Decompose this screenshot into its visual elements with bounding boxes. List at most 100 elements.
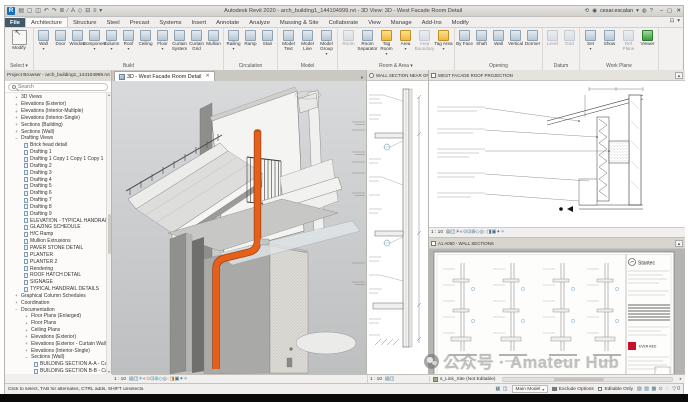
tag-area-tool[interactable]: Tag Area: [434, 29, 453, 51]
wall-tool[interactable]: Wall: [35, 29, 52, 51]
browser-item[interactable]: Coordination: [5, 299, 106, 306]
browser-item[interactable]: Elevations (Exterior): [5, 101, 106, 108]
vertical-tool[interactable]: Vertical: [507, 29, 524, 51]
default-3d-view-icon[interactable]: ◇: [78, 6, 83, 17]
requests-icon[interactable]: ▩: [651, 386, 656, 392]
tree-item-icon[interactable]: [24, 232, 28, 237]
filter-control[interactable]: ▽ 0: [672, 386, 680, 392]
browser-item[interactable]: PLANTER 2: [5, 258, 106, 265]
door-tool[interactable]: Door: [52, 29, 69, 51]
select-toggle-icon[interactable]: ◌: [665, 386, 668, 392]
tree-item-icon[interactable]: [24, 184, 28, 189]
sync-icon[interactable]: ⟲: [585, 8, 590, 14]
customize-qat-icon[interactable]: ▾: [99, 6, 102, 17]
user-menu-caret-icon[interactable]: ▾: [636, 8, 639, 14]
scrollbar-thumb[interactable]: [108, 214, 111, 254]
ribbon-tab[interactable]: Insert: [187, 18, 212, 27]
grid-tool[interactable]: Grid: [561, 29, 578, 51]
section-icon[interactable]: ⊟: [85, 6, 90, 17]
tree-item-icon[interactable]: [14, 109, 19, 114]
ribbon-state-icon[interactable]: ⊡: [670, 18, 675, 24]
mullion-tool[interactable]: Mullion: [205, 29, 222, 51]
tree-item-icon[interactable]: [14, 102, 19, 107]
level-tool[interactable]: Level: [544, 29, 561, 51]
measure-icon[interactable]: ∕: [67, 6, 68, 17]
restore-button[interactable]: ▢: [667, 8, 672, 14]
browser-item[interactable]: Mullion Extrusions: [5, 238, 106, 245]
tree-item-icon[interactable]: [14, 115, 19, 120]
browser-item[interactable]: Sections (Wall): [5, 354, 106, 361]
browser-item[interactable]: Elevations (Interior-Single): [5, 115, 106, 122]
background-process-icon[interactable]: ⊙: [659, 386, 663, 392]
exclude-options-toggle[interactable]: Exclude Options: [552, 387, 594, 392]
tree-item-icon[interactable]: [24, 328, 29, 333]
tree-item-icon[interactable]: [14, 136, 19, 141]
roof-tool[interactable]: Roof: [120, 29, 137, 51]
open-icon[interactable]: ▢: [27, 6, 33, 17]
design-option-dropdown[interactable]: Main Model ▾: [512, 385, 549, 393]
ribbon-tab[interactable]: File: [5, 18, 25, 27]
ribbon-tab[interactable]: Massing & Site: [275, 18, 324, 27]
revit-logo[interactable]: R: [7, 7, 15, 15]
browser-item[interactable]: Drafting 7: [5, 197, 106, 204]
side-scale-button[interactable]: 1 : 10: [370, 377, 382, 382]
tree-item-icon[interactable]: [24, 143, 28, 148]
browser-item[interactable]: 3D Views: [5, 94, 106, 101]
ribbon-tab[interactable]: Modify: [447, 18, 474, 27]
displacement-icon[interactable]: ✧: [501, 229, 505, 235]
tree-item-icon[interactable]: [24, 170, 28, 175]
tree-item-icon[interactable]: [24, 280, 28, 285]
sheet-panel-scroll-icon[interactable]: ▲: [675, 240, 683, 247]
by-face-tool[interactable]: By Face: [456, 29, 473, 51]
editable-only-checkbox[interactable]: [598, 387, 603, 392]
stair-tool[interactable]: Stair: [259, 29, 276, 51]
tag-room-tool[interactable]: Tag Room: [377, 29, 396, 56]
tree-item-icon[interactable]: [24, 204, 28, 209]
tree-item-icon[interactable]: [24, 355, 29, 360]
tree-item-icon[interactable]: [14, 293, 19, 298]
tree-item-icon[interactable]: [14, 307, 19, 312]
tree-item-icon[interactable]: [24, 266, 28, 271]
tree-item-icon[interactable]: [24, 259, 28, 264]
ref-plane-tool[interactable]: Ref Plane: [619, 29, 638, 56]
browser-item[interactable]: Drafting 6: [5, 190, 106, 197]
ribbon-cycle-icon[interactable]: ▾: [677, 18, 680, 24]
wall-section-drawing-area[interactable]: [367, 81, 428, 374]
undo-icon[interactable]: ↶: [44, 6, 49, 17]
new-file-icon[interactable]: ▤: [18, 6, 24, 17]
browser-item[interactable]: Drafting 1: [5, 149, 106, 156]
browser-item[interactable]: Brick head detail: [5, 142, 106, 149]
tree-item-icon[interactable]: [24, 157, 28, 162]
browser-item[interactable]: BUILDING SECTION B-B - Callout: [5, 368, 106, 374]
tree-item-icon[interactable]: [14, 129, 19, 134]
tree-item-icon[interactable]: [24, 218, 28, 223]
editable-only-toggle[interactable]: Editable Only: [598, 387, 633, 392]
print-icon[interactable]: ≣: [59, 6, 64, 17]
tree-item-icon[interactable]: [24, 177, 28, 182]
scroll-up-icon[interactable]: ▲: [107, 93, 110, 97]
roof-panel-header[interactable]: WEST FACADE ROOF PROJECTION ▲: [429, 70, 685, 81]
3d-canvas[interactable]: [112, 81, 366, 374]
tree-item-icon[interactable]: [24, 273, 28, 278]
tree-item-icon[interactable]: [24, 334, 29, 339]
panel-label-room-area[interactable]: Room & Area ▾: [338, 62, 454, 70]
project-browser-header[interactable]: Project Browser - arch_building1_1441049…: [5, 70, 111, 81]
tree-item-icon[interactable]: [24, 341, 29, 346]
browser-item[interactable]: Sections (Building): [5, 121, 106, 128]
area-boundary-tool[interactable]: Area Boundary: [415, 29, 434, 56]
browser-item[interactable]: Drafting 5: [5, 183, 106, 190]
browser-item[interactable]: Floor Plans (Enlarged): [5, 313, 106, 320]
sheet-horizontal-scrollbar[interactable]: [502, 377, 672, 382]
ribbon-tab[interactable]: Collaborate: [324, 18, 364, 27]
ribbon-tab[interactable]: Annotate: [211, 18, 244, 27]
tree-item-icon[interactable]: [24, 252, 28, 257]
tree-item-icon[interactable]: [14, 300, 19, 305]
save-icon[interactable]: ◫: [35, 6, 41, 17]
roof-drawing-area[interactable]: [429, 81, 685, 227]
curtain-grid-tool[interactable]: Curtain Grid: [188, 29, 205, 56]
tree-item-icon[interactable]: [24, 150, 28, 155]
browser-item[interactable]: Sections (Wall): [5, 128, 106, 135]
scale-button[interactable]: 1 : 10: [114, 377, 126, 382]
text-icon[interactable]: A: [71, 6, 75, 17]
thin-lines-icon[interactable]: ≡: [93, 6, 97, 17]
